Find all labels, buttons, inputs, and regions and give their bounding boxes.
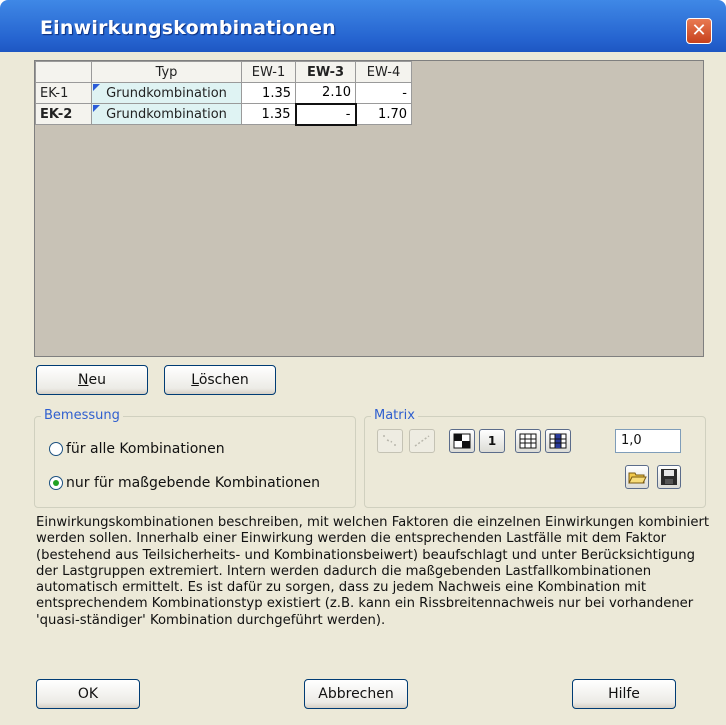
grid-icon[interactable]	[515, 429, 541, 453]
value-cell[interactable]: 1.35	[241, 103, 296, 125]
cancel-button[interactable]: Abbrechen	[304, 679, 408, 709]
bemessung-legend: Bemessung	[41, 408, 123, 423]
value-cell[interactable]: 1.35	[241, 82, 296, 104]
grid-filled-icon[interactable]	[545, 429, 571, 453]
combination-grid: Typ EW-1 EW-3 EW-4 EK-1 Grundkombination…	[34, 60, 704, 357]
radio-all-label: für alle Kombinationen	[66, 441, 225, 457]
new-button[interactable]: Neu	[36, 365, 148, 395]
typ-cell[interactable]: Grundkombination	[91, 82, 242, 104]
one-icon[interactable]: 1	[479, 429, 505, 453]
checker-grid-icon[interactable]	[449, 429, 475, 453]
help-button[interactable]: Hilfe	[572, 679, 676, 709]
matrix-factor-input[interactable]: 1,0	[615, 429, 681, 453]
matrix-group: Matrix 1 1,0	[364, 408, 706, 508]
table-row[interactable]: EK-2 Grundkombination 1.35 - 1.70	[35, 102, 412, 126]
combination-table: Typ EW-1 EW-3 EW-4 EK-1 Grundkombination…	[35, 61, 412, 126]
delete-button[interactable]: Löschen	[164, 365, 276, 395]
typ-value: Grundkombination	[106, 106, 227, 122]
typ-cell[interactable]: Grundkombination	[91, 103, 242, 125]
value-cell[interactable]: 2.10	[295, 82, 356, 104]
radio-button-icon[interactable]	[49, 442, 63, 456]
typ-value: Grundkombination	[106, 85, 227, 101]
column-header-ew3: EW-3	[295, 61, 356, 83]
bemessung-group: Bemessung für alle Kombinationen nur für…	[34, 408, 356, 508]
radio-all-combinations[interactable]: für alle Kombinationen	[49, 439, 225, 459]
corner-cell	[35, 61, 92, 83]
table-header-row: Typ EW-1 EW-3 EW-4	[35, 61, 412, 83]
title-bar[interactable]: Einwirkungskombinationen ✕	[0, 0, 726, 52]
open-folder-icon[interactable]	[625, 465, 649, 489]
radio-relevant-combinations[interactable]: nur für maßgebende Kombinationen	[49, 473, 320, 493]
dropdown-marker-icon	[93, 84, 100, 91]
delete-button-mnemonic: L	[191, 372, 199, 388]
column-header-ew4: EW-4	[355, 61, 412, 83]
value-cell[interactable]: -	[355, 82, 412, 104]
new-button-mnemonic: N	[78, 372, 89, 388]
matrix-legend: Matrix	[371, 408, 418, 423]
radio-button-checked-icon[interactable]	[49, 476, 63, 490]
dropdown-marker-icon	[93, 105, 100, 112]
dialog-window: Einwirkungskombinationen ✕ Typ EW-1 EW-3…	[0, 0, 726, 725]
window-title: Einwirkungskombinationen	[40, 17, 336, 39]
table-row[interactable]: EK-1 Grundkombination 1.35 2.10 -	[35, 82, 412, 104]
matrix-disabled-2-icon	[409, 429, 435, 453]
column-header-ew1: EW-1	[241, 61, 296, 83]
radio-relevant-label: nur für maßgebende Kombinationen	[66, 475, 321, 491]
row-header-ek1[interactable]: EK-1	[35, 82, 92, 104]
close-button[interactable]: ✕	[686, 18, 712, 44]
ok-button[interactable]: OK	[36, 679, 140, 709]
save-floppy-icon[interactable]	[657, 465, 681, 489]
row-header-ek2[interactable]: EK-2	[35, 103, 92, 125]
new-button-label: eu	[88, 372, 106, 388]
column-header-typ: Typ	[91, 61, 242, 83]
value-cell-selected[interactable]: -	[294, 102, 357, 126]
matrix-disabled-1-icon	[377, 429, 403, 453]
description-text: Einwirkungskombinationen beschreiben, mi…	[36, 515, 710, 628]
delete-button-label: öschen	[198, 372, 249, 388]
dialog-client: Typ EW-1 EW-3 EW-4 EK-1 Grundkombination…	[6, 52, 720, 725]
value-cell[interactable]: 1.70	[355, 103, 412, 125]
